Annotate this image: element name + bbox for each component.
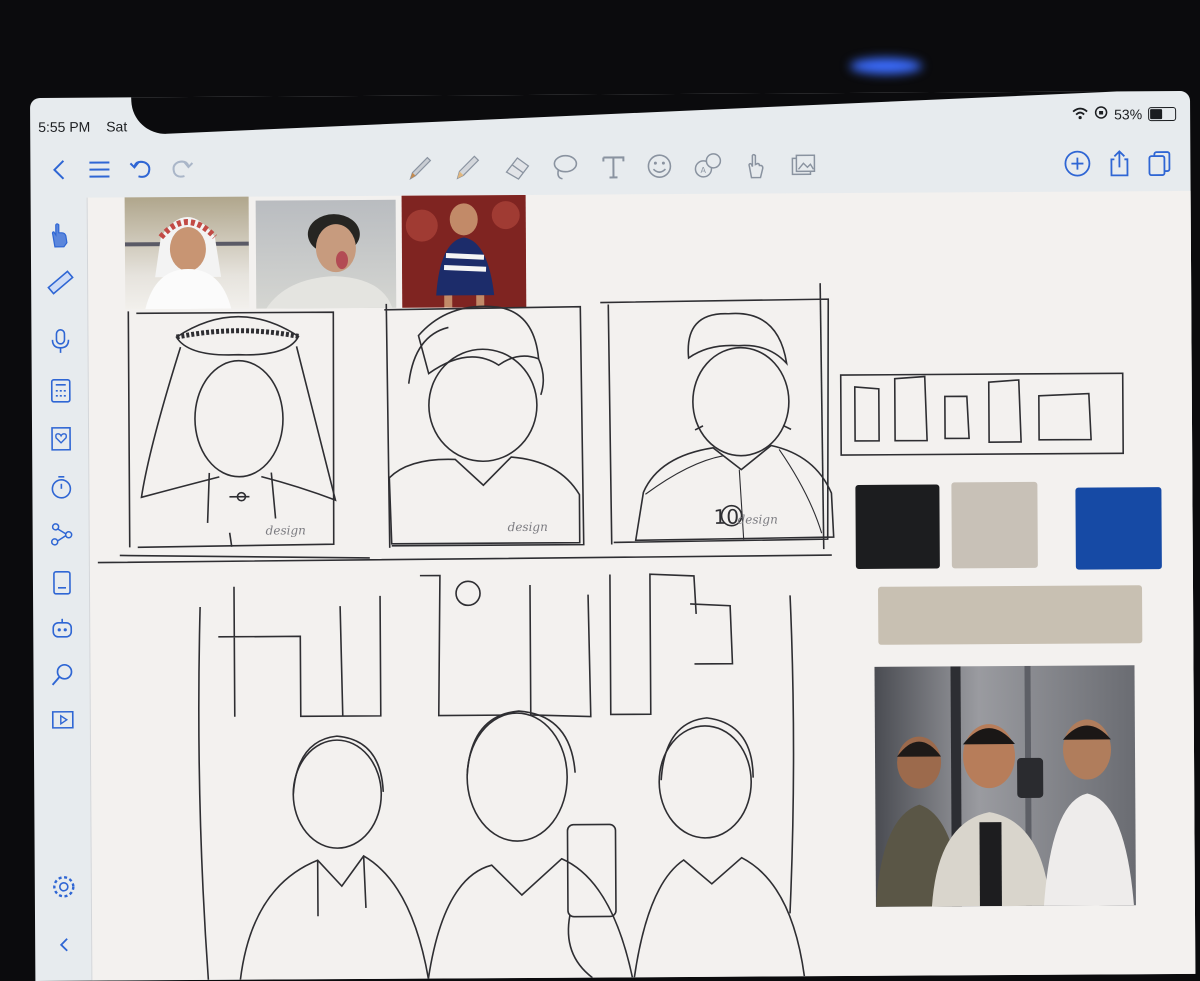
swatch-wide-beige: [878, 585, 1143, 645]
ruler-icon[interactable]: [43, 266, 77, 300]
translate-icon[interactable]: A: [690, 146, 724, 186]
presentation-icon[interactable]: [46, 704, 80, 738]
text-tool-icon[interactable]: [596, 146, 630, 186]
ipad-screen: 5:55 PM Sat 53% A design design design 1…: [30, 90, 1196, 981]
sketch-note-2: design: [508, 520, 548, 534]
swatch-black: [855, 484, 940, 569]
add-icon[interactable]: [1060, 143, 1094, 183]
document-icon[interactable]: [45, 566, 79, 600]
swatch-blue: [1075, 487, 1162, 570]
search-icon[interactable]: [45, 658, 79, 692]
share-icon[interactable]: [1102, 143, 1136, 183]
menu-icon[interactable]: [82, 149, 116, 189]
redo-icon[interactable]: [164, 149, 198, 189]
hand-icon[interactable]: [738, 145, 772, 185]
collapse-icon[interactable]: [47, 928, 81, 962]
sketch-note-3: design: [738, 512, 778, 526]
battery-percent: 53%: [1114, 105, 1143, 122]
image-icon[interactable]: [786, 145, 820, 185]
finger-draw-icon[interactable]: [43, 218, 77, 252]
calculator-icon[interactable]: [44, 374, 78, 408]
eraser-icon[interactable]: [500, 147, 534, 187]
pencil-icon[interactable]: [450, 147, 484, 187]
microphone-icon[interactable]: [43, 324, 77, 358]
top-toolbar: A: [30, 143, 1190, 196]
status-day: Sat: [106, 118, 128, 135]
bookmark-heart-icon[interactable]: [44, 422, 78, 456]
mindmap-icon[interactable]: [45, 518, 79, 552]
timer-icon[interactable]: [44, 470, 78, 504]
settings-icon[interactable]: [47, 870, 81, 904]
drawing-canvas[interactable]: design design design 10: [86, 190, 1196, 981]
lasso-icon[interactable]: [548, 147, 582, 187]
pages-icon[interactable]: [1142, 143, 1176, 183]
ai-robot-icon[interactable]: [45, 612, 79, 646]
back-icon[interactable]: [42, 150, 76, 190]
svg-text:A: A: [700, 166, 706, 175]
reference-photo-elevator-selfie: [874, 665, 1136, 907]
pencil-indicator-light: [850, 58, 922, 74]
left-sidebar: [31, 198, 92, 981]
jersey-number: 10: [713, 505, 739, 529]
brush-icon[interactable]: [402, 148, 436, 188]
status-indicators: 53%: [1072, 105, 1177, 123]
sticker-icon[interactable]: [642, 146, 676, 186]
swatch-beige: [951, 481, 1038, 569]
wifi-icon: [1072, 106, 1088, 122]
sketch-note-1: design: [266, 523, 306, 537]
undo-icon[interactable]: [124, 149, 158, 189]
battery-icon: [1148, 106, 1177, 121]
status-time: 5:55 PM: [38, 118, 91, 135]
orientation-lock-icon: [1094, 105, 1108, 122]
